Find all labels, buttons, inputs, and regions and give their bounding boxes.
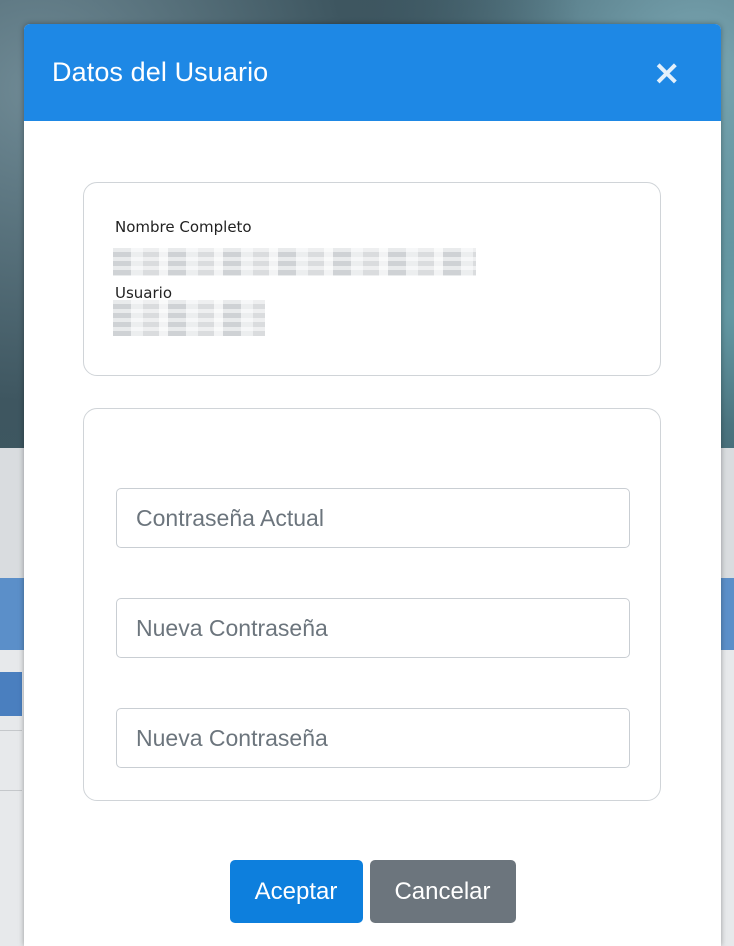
accept-button[interactable]: Aceptar (229, 860, 363, 923)
background-divider (0, 730, 22, 731)
user-data-modal: Datos del Usuario × Nombre Completo Usua… (24, 24, 721, 946)
full-name-value-redacted (113, 248, 476, 276)
modal-header: Datos del Usuario × (24, 24, 721, 121)
password-card (83, 408, 661, 801)
current-password-input[interactable] (116, 488, 630, 548)
close-icon: × (652, 52, 682, 93)
modal-actions: Aceptar Cancelar (24, 860, 721, 923)
confirm-password-input[interactable] (116, 708, 630, 768)
full-name-label: Nombre Completo (115, 218, 252, 236)
new-password-input[interactable] (116, 598, 630, 658)
cancel-button[interactable]: Cancelar (369, 860, 516, 923)
close-button[interactable]: × (653, 56, 682, 90)
modal-title: Datos del Usuario (52, 57, 269, 87)
background-divider (0, 790, 22, 791)
user-info-card: Nombre Completo Usuario (83, 182, 661, 376)
background-table-header (0, 672, 22, 716)
username-value-redacted (113, 300, 265, 336)
